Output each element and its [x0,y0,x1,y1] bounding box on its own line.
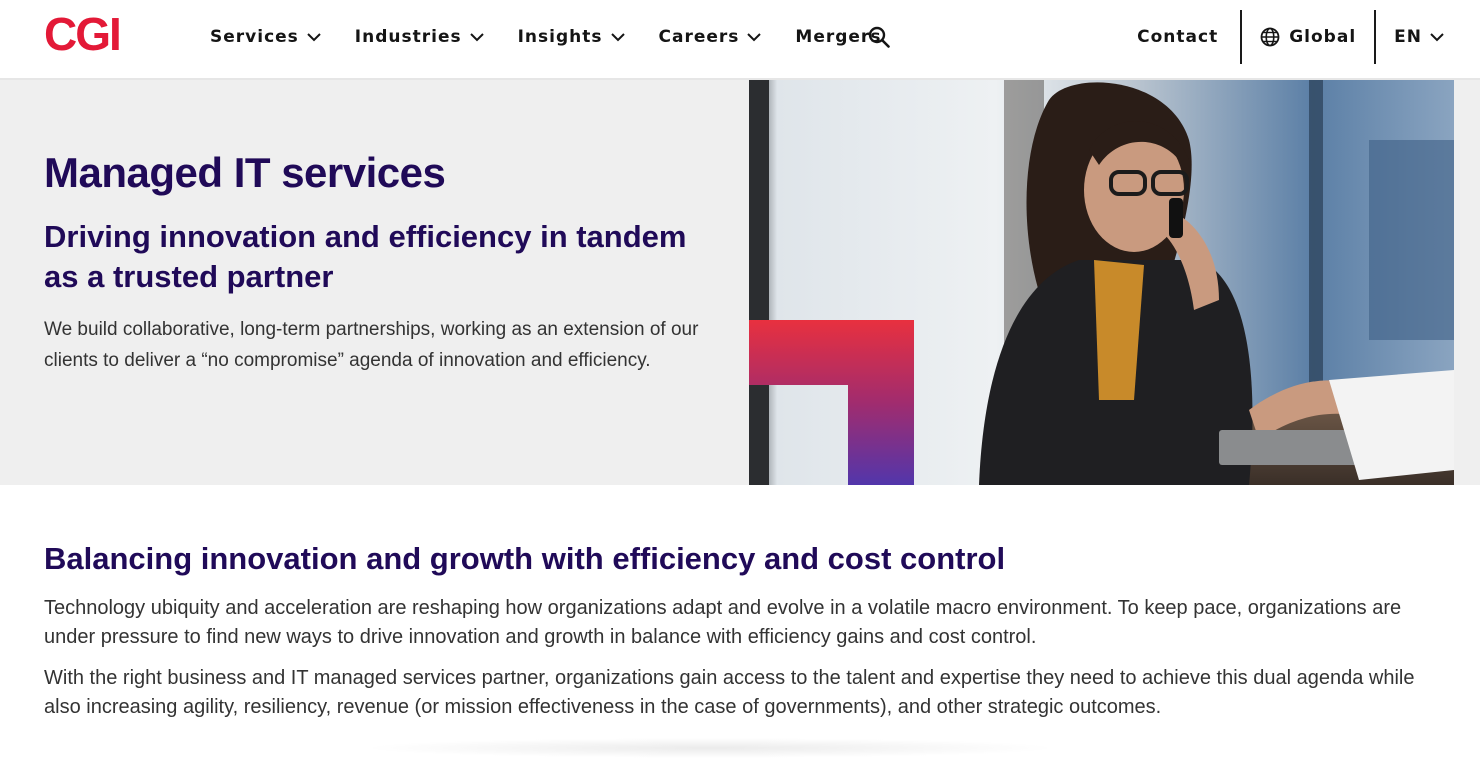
nav-insights-label[interactable]: Insights [518,27,603,47]
contact-label[interactable]: Contact [1137,27,1218,47]
chevron-down-icon[interactable] [1430,32,1444,42]
section-paragraph: Technology ubiquity and acceleration are… [44,597,1402,648]
language-label[interactable]: EN [1394,27,1422,47]
utility-nav: Contact Global EN [1119,10,1480,64]
nav-services-label[interactable]: Services [210,27,299,47]
cgi-logo[interactable]: CGI [44,11,122,57]
chevron-down-icon[interactable] [469,32,484,42]
nav-services[interactable]: Services [210,27,321,47]
nav-insights[interactable]: Insights [518,27,625,47]
global-label[interactable]: Global [1289,27,1356,47]
contact-link[interactable]: Contact [1119,10,1240,64]
search-icon[interactable] [868,26,890,48]
global-selector[interactable]: Global [1242,10,1374,64]
main-nav: Services Industries Insights Careers Mer… [210,24,915,50]
page-title: Managed IT services [44,149,446,196]
site-header: CGI Services Industries Insights Careers… [0,0,1480,80]
hero-subtitle: Driving innovation and efficiency in tan… [44,219,687,294]
chevron-down-icon[interactable] [747,32,762,42]
nav-careers-label[interactable]: Careers [659,27,740,47]
nav-industries[interactable]: Industries [355,27,484,47]
card-shadow [360,738,1060,758]
nav-careers[interactable]: Careers [659,27,762,47]
language-selector[interactable]: EN [1376,10,1480,64]
globe-icon[interactable] [1260,27,1280,47]
chevron-down-icon[interactable] [307,32,321,42]
chevron-down-icon[interactable] [610,32,625,42]
section-paragraph: With the right business and IT managed s… [44,667,1415,718]
section-heading: Balancing innovation and growth with eff… [44,541,1006,576]
hero-description: We build collaborative, long-term partne… [44,319,699,371]
nav-industries-label[interactable]: Industries [355,27,462,47]
decorative-accent-shape [749,320,914,485]
logo-text[interactable]: CGI [44,11,122,57]
